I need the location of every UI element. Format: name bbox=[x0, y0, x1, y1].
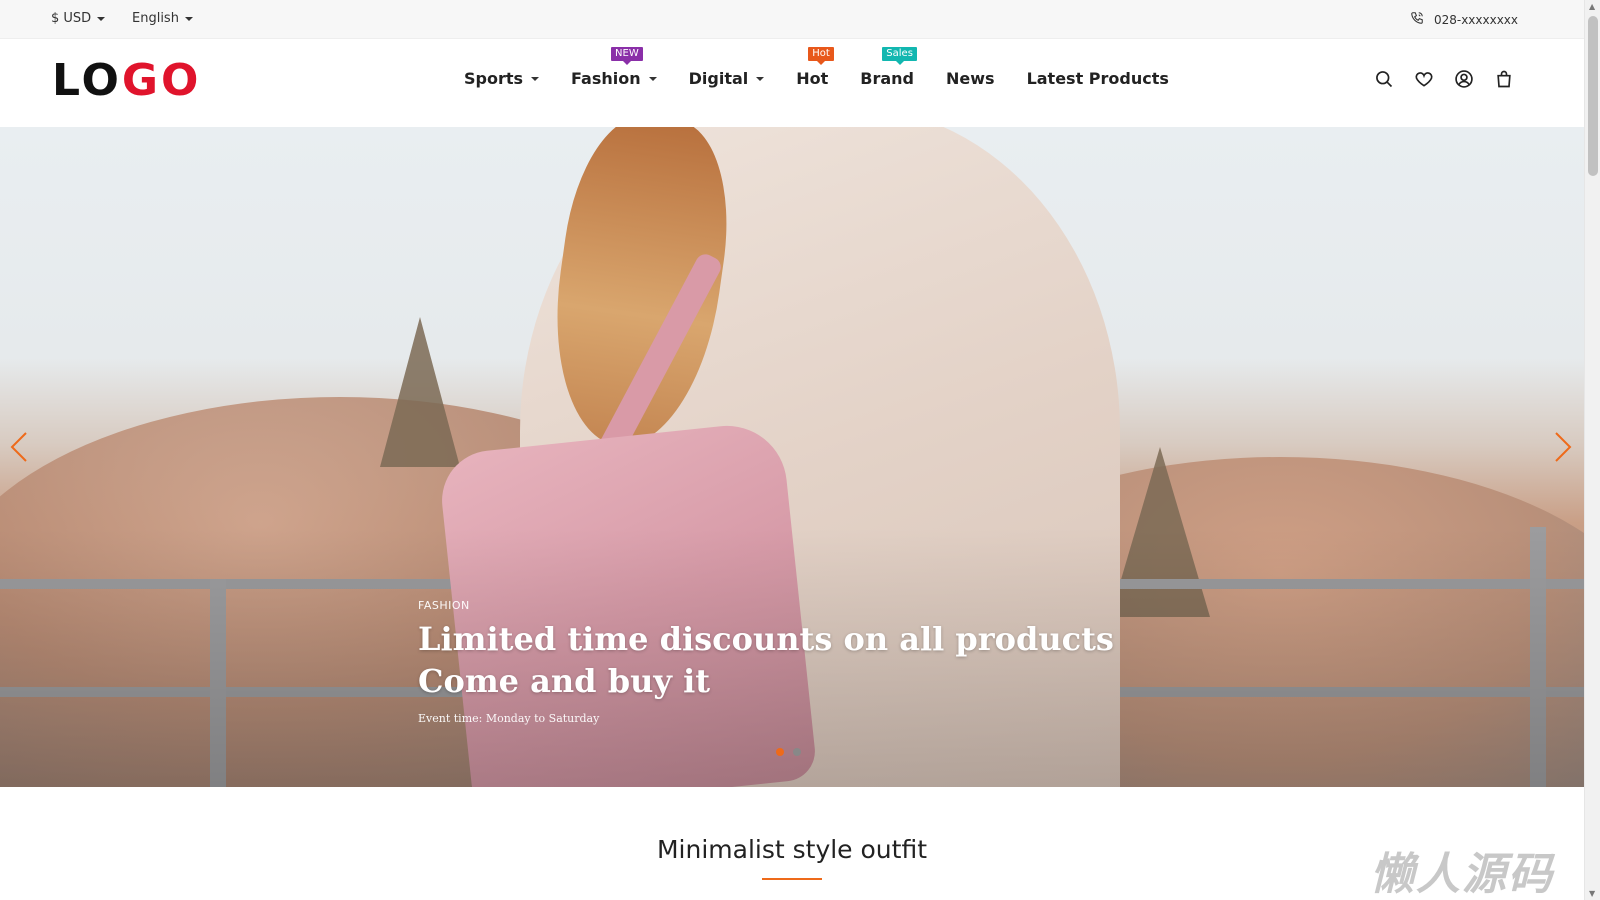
main-nav: Sports NEW Fashion Digital Hot Hot Sales… bbox=[464, 47, 1201, 88]
top-bar: $ USD English 028-xxxxxxxx bbox=[0, 0, 1584, 39]
slider-dot-1[interactable] bbox=[776, 748, 784, 756]
chevron-right-icon bbox=[1555, 432, 1572, 462]
nav-item-news[interactable]: News bbox=[946, 69, 995, 88]
nav-item-latest-products[interactable]: Latest Products bbox=[1027, 69, 1169, 88]
language-label: English bbox=[132, 11, 179, 26]
nav-item-sports[interactable]: Sports bbox=[464, 69, 540, 88]
nav-item-label: Fashion bbox=[571, 69, 641, 88]
slide-caption: FASHION Limited time discounts on all pr… bbox=[418, 599, 1114, 725]
chevron-down-icon bbox=[648, 76, 657, 81]
scroll-down-icon[interactable]: ▼ bbox=[1589, 889, 1595, 898]
chevron-down-icon bbox=[756, 76, 765, 81]
chevron-down-icon bbox=[97, 16, 106, 21]
slider-next-button[interactable] bbox=[1548, 427, 1578, 467]
nav-item-brand[interactable]: Sales Brand bbox=[860, 47, 917, 88]
hot-badge: Hot bbox=[808, 47, 834, 65]
language-selector[interactable]: English bbox=[132, 11, 193, 26]
nav-item-fashion[interactable]: NEW Fashion bbox=[571, 47, 657, 88]
currency-selector[interactable]: $ USD bbox=[51, 11, 106, 26]
page-scrollbar[interactable]: ▲ ▼ bbox=[1584, 0, 1600, 900]
header-actions bbox=[1374, 69, 1514, 89]
bag-icon[interactable] bbox=[1494, 69, 1514, 89]
slider-prev-button[interactable] bbox=[4, 427, 34, 467]
slider-dot-2[interactable] bbox=[793, 748, 801, 756]
main-header: LOGO Sports NEW Fashion Digital Hot Hot … bbox=[0, 39, 1584, 127]
search-icon[interactable] bbox=[1374, 69, 1394, 89]
section-title-underline bbox=[762, 878, 822, 880]
sales-badge: Sales bbox=[882, 47, 917, 65]
heart-icon[interactable] bbox=[1414, 69, 1434, 89]
user-icon[interactable] bbox=[1454, 69, 1474, 89]
nav-item-hot[interactable]: Hot Hot bbox=[796, 47, 834, 88]
hero-slider[interactable]: FASHION Limited time discounts on all pr… bbox=[0, 127, 1584, 787]
nav-item-label: Sports bbox=[464, 69, 524, 88]
slide-title-line1: Limited time discounts on all products bbox=[418, 620, 1114, 658]
slide-tag: FASHION bbox=[418, 599, 470, 612]
section-title: Minimalist style outfit bbox=[656, 835, 928, 864]
slider-pagination bbox=[776, 748, 801, 756]
scrollbar-thumb[interactable] bbox=[1588, 16, 1598, 176]
new-badge: NEW bbox=[611, 47, 643, 65]
chevron-left-icon bbox=[10, 432, 27, 462]
slide-title-line2: Come and buy it bbox=[418, 662, 710, 700]
nav-item-label: Hot bbox=[796, 69, 829, 88]
chevron-down-icon bbox=[531, 76, 540, 81]
hero-tree bbox=[380, 317, 460, 467]
site-logo[interactable]: LOGO bbox=[52, 57, 201, 105]
slide-subtitle: Event time: Monday to Saturday bbox=[418, 712, 600, 725]
nav-item-label: News bbox=[946, 69, 995, 88]
nav-item-digital[interactable]: Digital bbox=[689, 69, 765, 88]
phone-icon bbox=[1410, 11, 1424, 28]
nav-item-label: Latest Products bbox=[1026, 69, 1169, 88]
nav-item-label: Brand bbox=[860, 69, 915, 88]
phone-number: 028-xxxxxxxx bbox=[1433, 12, 1518, 27]
currency-label: $ USD bbox=[51, 11, 92, 26]
chevron-down-icon bbox=[184, 16, 193, 21]
nav-item-label: Digital bbox=[688, 69, 749, 88]
logo-text-part1: LO bbox=[52, 55, 122, 106]
watermark: 懒人源码 bbox=[1370, 849, 1554, 900]
logo-text-part2: GO bbox=[121, 55, 202, 106]
phone-contact[interactable]: 028-xxxxxxxx bbox=[1410, 11, 1518, 28]
scroll-up-icon[interactable]: ▲ bbox=[1589, 2, 1595, 11]
